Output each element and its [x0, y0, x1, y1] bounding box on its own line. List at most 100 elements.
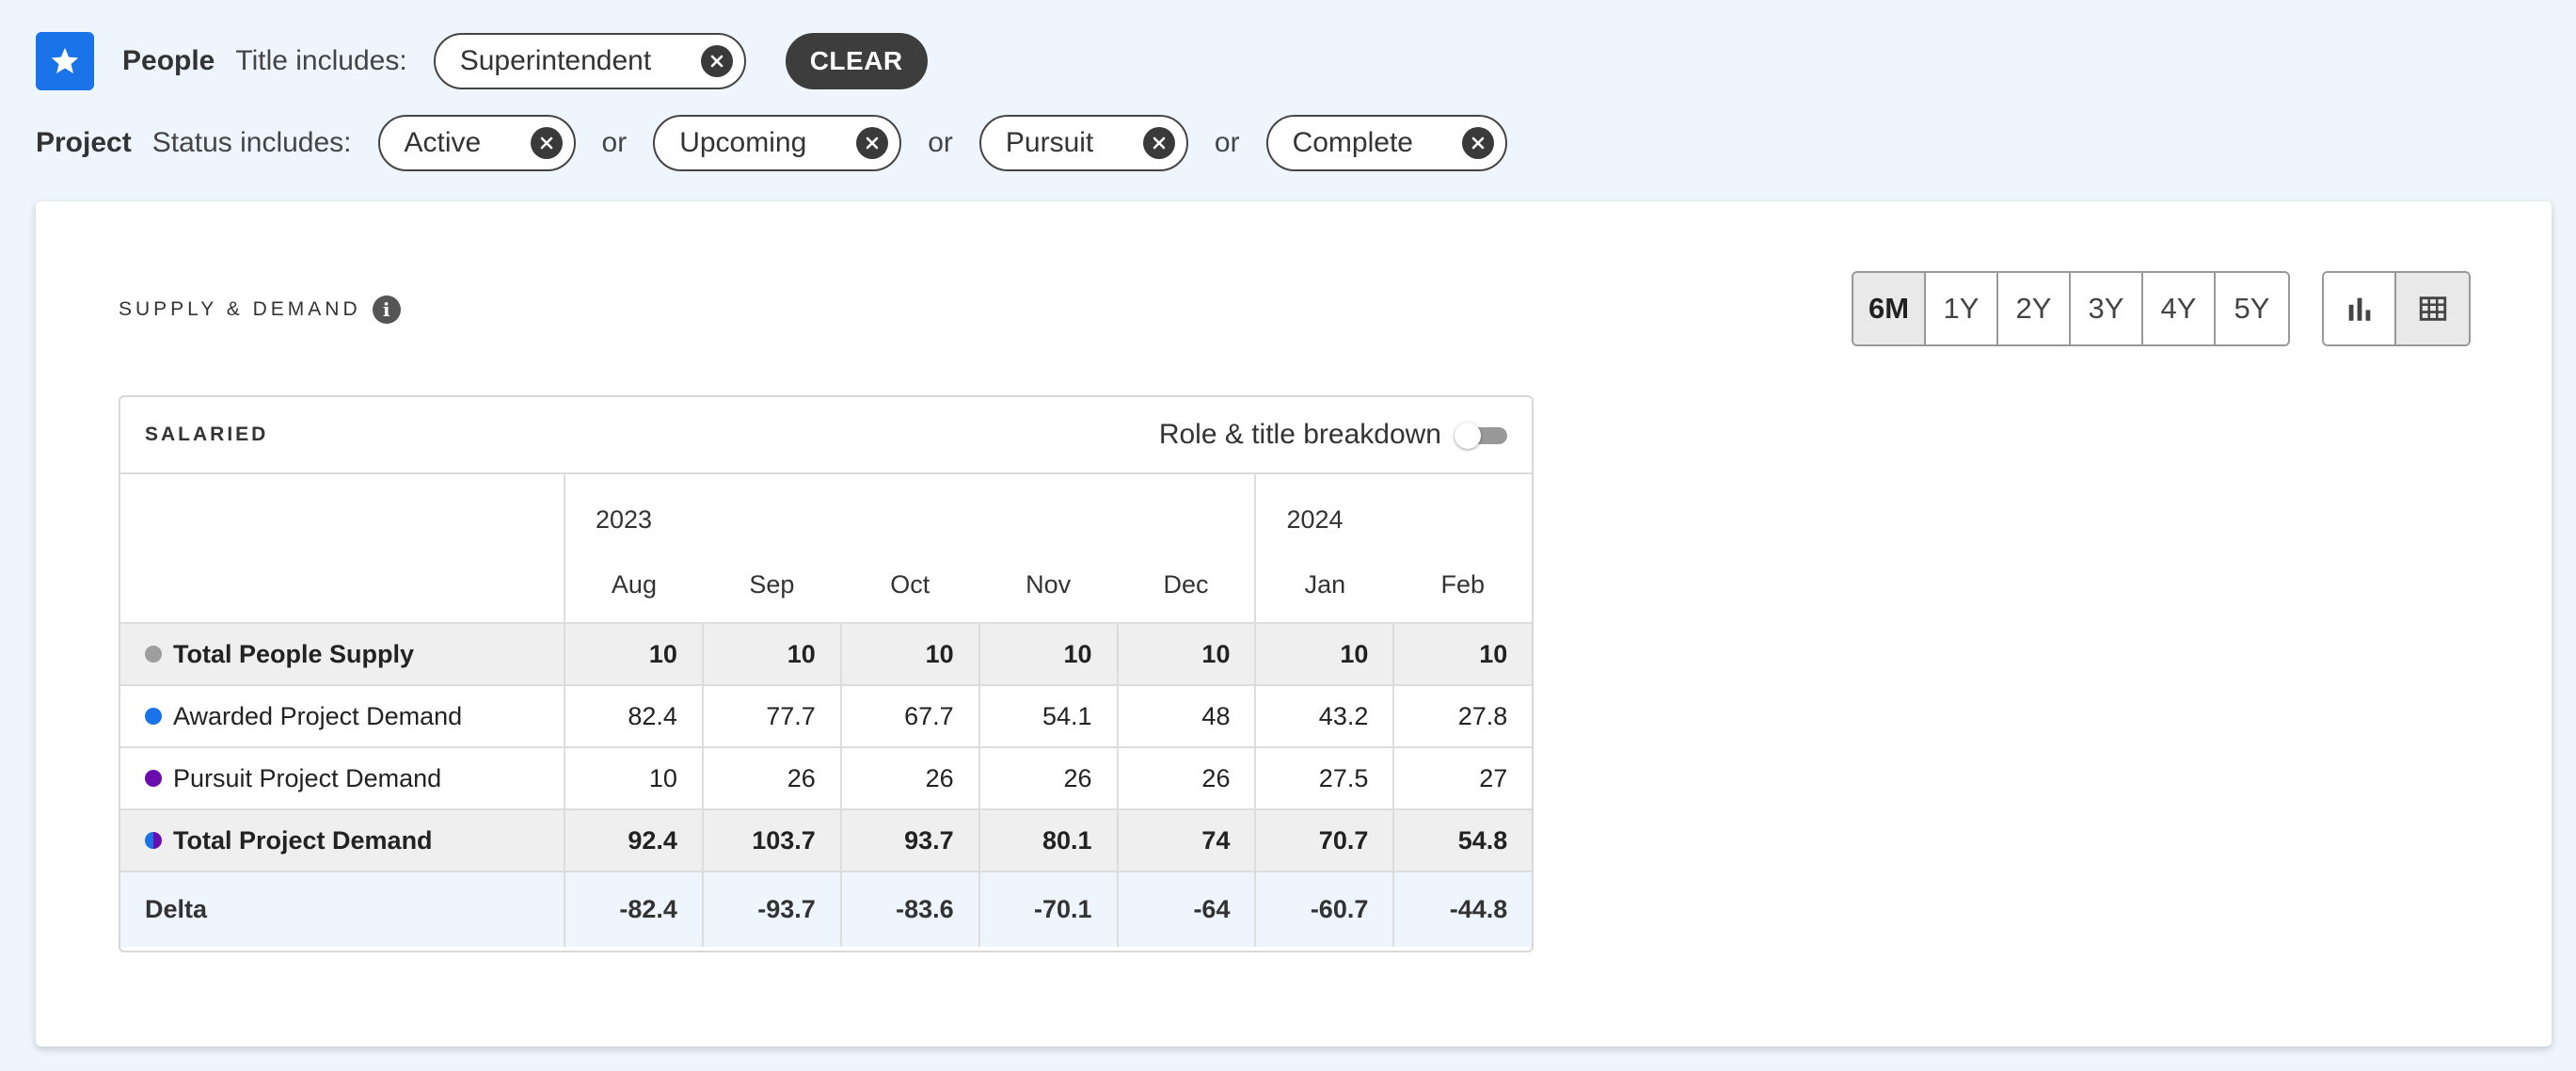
table-cell: 43.2: [1254, 684, 1394, 747]
month-header: Feb: [1440, 570, 1486, 599]
table-title: SALARIED: [145, 424, 269, 445]
year-2023: 2023: [563, 474, 1256, 548]
people-filter-row: People Title includes: Superintendent CL…: [36, 32, 928, 90]
table-cell: 26: [839, 746, 979, 809]
month-header: Oct: [890, 570, 930, 599]
filter-chip-pursuit[interactable]: Pursuit: [978, 115, 1188, 171]
table-cell: 74: [1116, 808, 1256, 871]
filter-chip-superintendent[interactable]: Superintendent: [433, 33, 746, 89]
range-1y-button[interactable]: 1Y: [1926, 273, 1998, 344]
table-cell: 27: [1392, 746, 1532, 809]
chip-label: Superintendent: [459, 45, 652, 76]
or-separator: or: [928, 127, 953, 158]
table-cell: -64: [1116, 871, 1256, 947]
project-filter-label: Project: [36, 127, 132, 158]
close-icon[interactable]: [856, 127, 889, 159]
series-dot: [145, 832, 162, 849]
clear-filters-button[interactable]: CLEAR: [785, 33, 928, 89]
supply-demand-table-panel: SALARIED Role & title breakdown 2023 202…: [119, 395, 1534, 952]
table-cell: -60.7: [1254, 871, 1394, 947]
table-cell: 80.1: [978, 808, 1118, 871]
table-cell: 10: [839, 622, 979, 685]
table-cell: -44.8: [1392, 871, 1532, 947]
range-4y-button[interactable]: 4Y: [2143, 273, 2216, 344]
time-range-selector: 6M 1Y 2Y 3Y 4Y 5Y: [1852, 271, 2290, 346]
role-breakdown-toggle-group: Role & title breakdown: [1159, 419, 1507, 451]
series-dot: [145, 708, 162, 725]
table-cell: 26: [978, 746, 1118, 809]
year-2024: 2024: [1254, 474, 1532, 548]
role-breakdown-toggle[interactable]: [1455, 422, 1507, 449]
table-cell: -93.7: [701, 871, 841, 947]
table-row-awarded-project-demand: Awarded Project Demand 82.4 77.7 67.7 54…: [120, 684, 1532, 747]
table-cell: 10: [1392, 622, 1532, 685]
range-2y-button[interactable]: 2Y: [1998, 273, 2071, 344]
year-header-row: 2023 2024: [120, 474, 1532, 623]
table-cell: 54.1: [978, 684, 1118, 747]
or-separator: or: [1214, 127, 1240, 158]
close-icon[interactable]: [700, 45, 733, 77]
info-icon[interactable]: i: [372, 296, 401, 324]
filter-chip-active[interactable]: Active: [377, 115, 576, 171]
chip-label: Pursuit: [1005, 127, 1094, 158]
section-title: SUPPLY & DEMAND i: [119, 296, 401, 324]
series-dot: [145, 646, 162, 663]
month-header: Nov: [1026, 570, 1072, 599]
row-label: Total People Supply: [173, 639, 415, 668]
row-label: Pursuit Project Demand: [173, 763, 442, 792]
table-row-pursuit-project-demand: Pursuit Project Demand 10 26 26 26 26 27…: [120, 746, 1532, 809]
close-icon[interactable]: [530, 127, 563, 159]
chart-view-button[interactable]: [2324, 273, 2396, 344]
table-cell: -70.1: [978, 871, 1118, 947]
title-condition-label: Title includes:: [235, 45, 407, 76]
table-cell: 93.7: [839, 808, 979, 871]
row-label: Total Project Demand: [173, 825, 433, 855]
chip-label: Complete: [1292, 127, 1413, 158]
table-cell: 67.7: [839, 684, 979, 747]
star-icon: [51, 47, 79, 74]
header-corner: [120, 474, 565, 623]
month-header: Jan: [1304, 570, 1346, 599]
filter-chip-upcoming[interactable]: Upcoming: [653, 115, 902, 171]
table-cell: 10: [564, 746, 703, 809]
status-condition-label: Status includes:: [151, 127, 352, 158]
month-header: Sep: [749, 570, 795, 599]
project-filter-row: Project Status includes: Active or Upcom…: [36, 113, 1507, 173]
table-cell: -82.4: [564, 871, 703, 947]
range-3y-button[interactable]: 3Y: [2071, 273, 2143, 344]
table-row-total-project-demand: Total Project Demand 92.4 103.7 93.7 80.…: [120, 808, 1532, 871]
table-cell: 10: [1116, 622, 1256, 685]
row-label: Delta: [145, 895, 208, 923]
supply-demand-table: 2023 2024 Aug Sep Oct Nov Dec Jan Feb To…: [120, 474, 1532, 947]
table-cell: 26: [701, 746, 841, 809]
range-6m-button[interactable]: 6M: [1853, 273, 1926, 344]
table-cell: 77.7: [701, 684, 841, 747]
bar-chart-icon: [2348, 297, 2370, 321]
table-cell: 54.8: [1392, 808, 1532, 871]
table-cell: 82.4: [564, 684, 703, 747]
filter-chip-complete[interactable]: Complete: [1265, 115, 1507, 171]
range-5y-button[interactable]: 5Y: [2216, 273, 2288, 344]
or-separator: or: [601, 127, 628, 158]
month-header: Dec: [1117, 548, 1257, 623]
table-cell: 103.7: [701, 808, 841, 871]
people-filter-label: People: [122, 45, 215, 76]
month-header: Aug: [611, 570, 657, 599]
table-cell: 27.8: [1392, 684, 1532, 747]
table-view-button[interactable]: [2396, 273, 2469, 344]
table-header: SALARIED Role & title breakdown: [120, 397, 1532, 474]
favorite-button[interactable]: [36, 32, 94, 90]
table-row-delta: Delta -82.4 -93.7 -83.6 -70.1 -64 -60.7 …: [120, 871, 1532, 947]
table-cell: 10: [701, 622, 841, 685]
close-icon[interactable]: [1142, 127, 1175, 159]
table-cell: 27.5: [1254, 746, 1394, 809]
table-cell: 10: [564, 622, 703, 685]
table-cell: 92.4: [564, 808, 703, 871]
table-cell: 10: [1254, 622, 1394, 685]
series-dot: [145, 770, 162, 787]
table-icon: [2419, 296, 2446, 321]
table-cell: 70.7: [1254, 808, 1394, 871]
table-cell: 10: [978, 622, 1118, 685]
close-icon[interactable]: [1461, 127, 1494, 159]
row-label: Awarded Project Demand: [173, 701, 463, 730]
